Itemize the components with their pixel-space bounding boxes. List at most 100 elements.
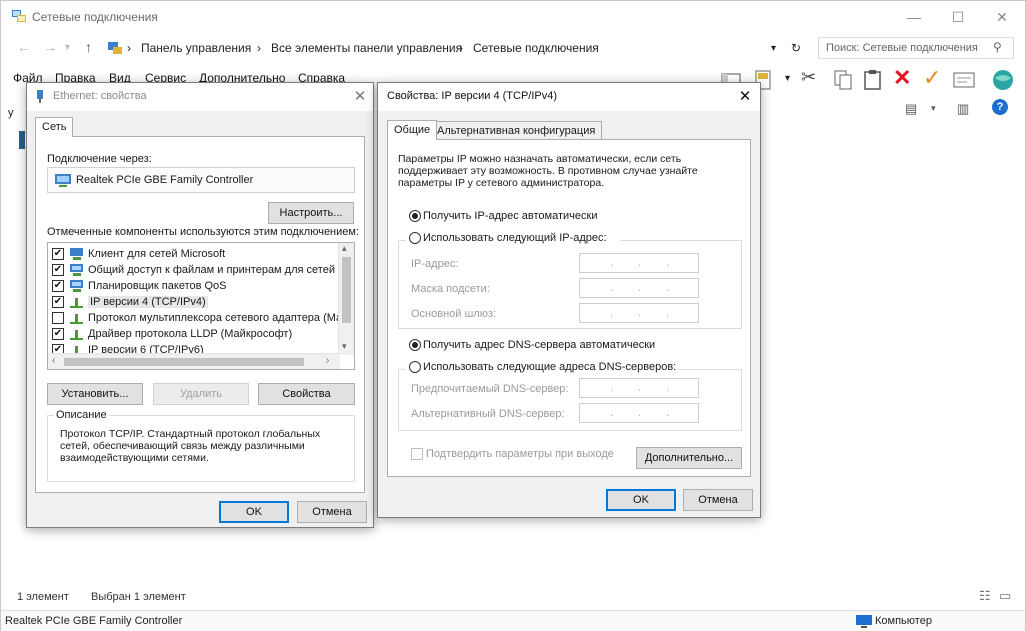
validate-label: Подтвердить параметры при выходе [426,448,614,460]
vertical-scrollbar[interactable]: ▴ ▾ [338,243,354,355]
left-strip-label: у [8,107,14,119]
large-icons-view-icon[interactable]: ▭ [999,588,1011,604]
dns-manual-label[interactable]: Использовать следующие адреса DNS-сервер… [423,361,676,373]
alternate-dns-field[interactable]: ... [579,403,699,423]
properties-icon[interactable] [953,71,975,89]
scroll-right-icon[interactable]: › [326,355,329,366]
gateway-field[interactable]: ... [579,303,699,323]
refresh-icon[interactable]: ↻ [791,41,801,55]
components-label: Отмеченные компоненты используются этим … [47,226,360,238]
preferred-dns-field[interactable]: ... [579,378,699,398]
details-view-icon[interactable]: ☷ [979,588,991,604]
list-item[interactable]: ✔ IP версии 4 (TCP/IPv4) [52,294,342,310]
ethernet-dialog-title: Ethernet: свойства [53,90,147,102]
tab-alternate-config[interactable]: Альтернативная конфигурация [430,121,603,140]
status-item-count: 1 элемент [17,591,69,603]
recent-dropdown-icon[interactable]: ▾ [65,42,70,53]
cut-icon[interactable]: ✂ [801,67,816,88]
ipv4-cancel-button[interactable]: Отмена [683,489,753,511]
up-arrow-icon[interactable]: ↑ [85,39,92,55]
components-list[interactable]: ✔ Клиент для сетей Microsoft ✔ Общий дос… [47,242,355,370]
hscroll-thumb[interactable] [64,358,304,366]
delete-icon[interactable]: ✕ [893,65,911,91]
explorer-titlebar: Сетевые подключения — ☐ ✕ [1,1,1025,33]
dns-auto-label[interactable]: Получить адрес DNS-сервера автоматически [423,339,655,351]
ip-manual-radio[interactable] [409,232,421,244]
paste-icon[interactable] [863,69,883,91]
component-checkbox[interactable]: ✔ [52,296,64,308]
scroll-up-icon[interactable]: ▴ [342,243,347,254]
change-view-icon[interactable]: ▤ [905,101,917,117]
ip-auto-label[interactable]: Получить IP-адрес автоматически [423,210,597,222]
subnet-mask-label: Маска подсети: [411,283,490,295]
preferred-dns-label: Предпочитаемый DNS-сервер: [411,383,569,395]
validate-checkbox[interactable] [411,448,423,460]
view-dropdown-icon[interactable]: ▾ [931,103,936,114]
ethernet-close-button[interactable]: ✕ [347,87,373,107]
help-icon[interactable]: ? [992,99,1008,115]
subnet-mask-field[interactable]: ... [579,278,699,298]
install-button[interactable]: Установить... [47,383,143,405]
forward-arrow-icon[interactable]: → [43,39,57,55]
address-dropdown-icon[interactable]: ▾ [771,43,776,54]
component-label: Драйвер протокола LLDP (Майкрософт) [88,328,293,340]
back-arrow-icon[interactable]: ← [17,39,31,55]
horizontal-scrollbar[interactable]: ‹ › [48,353,340,369]
details-adapter-name: Realtek PCIe GBE Family Controller [5,615,183,627]
uninstall-button[interactable]: Удалить [153,383,249,405]
tab-network[interactable]: Сеть [35,117,74,137]
control-panel-icon [108,42,122,54]
minimize-button[interactable]: — [891,1,937,33]
advanced-button[interactable]: Дополнительно... [636,447,742,469]
component-checkbox[interactable]: ✔ [52,328,64,340]
list-item[interactable]: Протокол мультиплексора сетевого адаптер… [52,310,348,326]
breadcrumb-all-items[interactable]: Все элементы панели управления [271,41,462,55]
scroll-thumb[interactable] [342,257,351,323]
ip-manual-label[interactable]: Использовать следующий IP-адрес: [423,232,607,244]
breadcrumb-separator: › [127,41,131,55]
component-checkbox[interactable] [52,312,64,324]
tab-general[interactable]: Общие [387,120,438,140]
configure-button[interactable]: Настроить... [268,202,354,224]
dns-manual-radio[interactable] [409,361,421,373]
adapter-thumb-icon [19,131,25,149]
component-checkbox[interactable]: ✔ [52,248,64,260]
address-bar[interactable]: › Панель управления › Все элементы панел… [105,37,808,59]
component-label: Общий доступ к файлам и принтерам для се… [88,264,350,276]
tab-network-label: Сеть [42,121,67,133]
ipv4-dialog-title: Свойства: IP версии 4 (TCP/IPv4) [387,90,558,102]
network-service-icon [70,280,83,292]
component-checkbox[interactable]: ✔ [52,264,64,276]
properties-button[interactable]: Свойства [258,383,355,405]
explorer-title: Сетевые подключения [32,10,158,24]
breadcrumb-control-panel[interactable]: Панель управления [141,41,251,55]
list-item[interactable]: ✔ Драйвер протокола LLDP (Майкрософт) [52,326,342,342]
list-item[interactable]: ✔ Клиент для сетей Microsoft [52,246,342,262]
globe-icon[interactable] [991,68,1015,92]
ipv4-close-button[interactable]: ✕ [732,87,758,107]
checkmark-icon[interactable]: ✓ [923,65,941,91]
ethernet-cancel-button[interactable]: Отмена [297,501,367,523]
copy-icon[interactable] [833,69,853,91]
preview-pane-icon[interactable]: ▥ [957,101,969,117]
ipv4-ok-button[interactable]: OK [606,489,676,511]
maximize-button[interactable]: ☐ [935,1,981,33]
dropdown-arrow-icon[interactable]: ▾ [785,73,790,84]
search-icon: ⚲ [993,40,1002,54]
component-checkbox[interactable]: ✔ [52,280,64,292]
ethernet-ok-button[interactable]: OK [219,501,289,523]
ip-auto-radio[interactable] [409,210,421,222]
dns-auto-radio[interactable] [409,339,421,351]
breadcrumb-network-connections[interactable]: Сетевые подключения [473,41,599,55]
description-title: Описание [54,409,109,421]
ip-address-field[interactable]: ... [579,253,699,273]
close-window-button[interactable]: ✕ [979,1,1025,33]
list-item[interactable]: ✔ Планировщик пакетов QoS [52,278,342,294]
scroll-down-icon[interactable]: ▾ [342,341,347,352]
scroll-left-icon[interactable]: ‹ [52,355,55,366]
list-item[interactable]: ✔ Общий доступ к файлам и принтерам для … [52,262,350,278]
component-label: Планировщик пакетов QoS [88,280,227,292]
computer-icon [856,615,872,628]
component-label: Клиент для сетей Microsoft [88,248,226,260]
search-input[interactable]: Поиск: Сетевые подключения ⚲ [818,37,1014,59]
